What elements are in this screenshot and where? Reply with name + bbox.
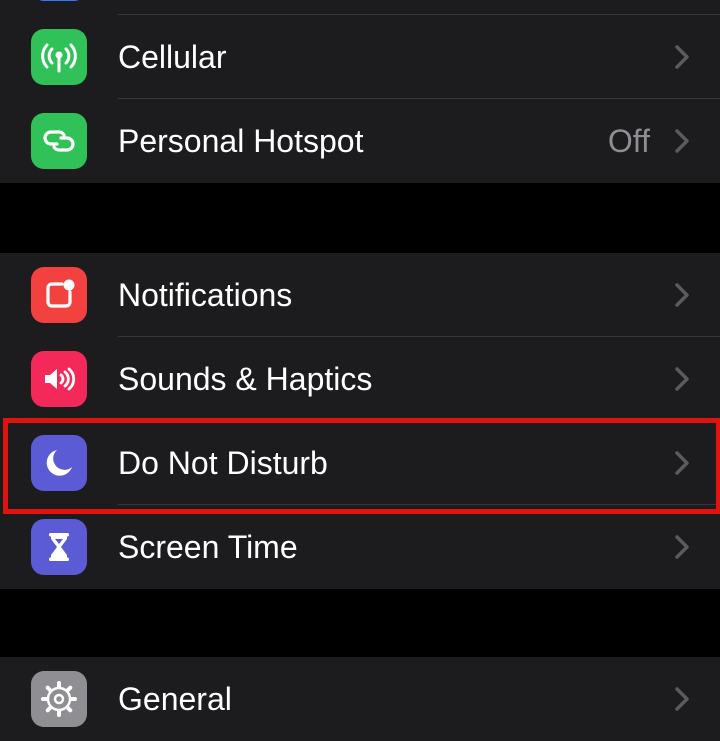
settings-row-partial[interactable] [0,0,720,15]
settings-row-label: Do Not Disturb [118,445,328,481]
settings-row-label: Screen Time [118,529,298,565]
partial-app-icon [31,0,87,1]
settings-row-sounds-haptics[interactable]: Sounds & Haptics [0,337,720,421]
moon-icon [31,435,87,491]
settings-row-label: Sounds & Haptics [118,361,373,397]
gear-icon [31,671,87,727]
settings-row-label: Personal Hotspot [118,123,364,159]
settings-group-general: General [0,657,720,741]
hourglass-icon [31,519,87,575]
chevron-right-icon [674,128,690,154]
settings-group-notifications: Notifications Sounds & Haptics Do Not Di… [0,253,720,589]
chevron-right-icon [674,534,690,560]
settings-row-do-not-disturb[interactable]: Do Not Disturb [0,421,720,505]
chevron-right-icon [674,450,690,476]
link-chain-icon [31,113,87,169]
settings-row-screen-time[interactable]: Screen Time [0,505,720,589]
speaker-icon [31,351,87,407]
chevron-right-icon [674,44,690,70]
settings-row-personal-hotspot[interactable]: Personal Hotspot Off [0,99,720,183]
settings-row-label: Cellular [118,39,227,75]
antenna-icon [31,29,87,85]
settings-row-label: Notifications [118,277,293,313]
settings-group-connectivity: Cellular Personal Hotspot Off [0,0,720,183]
notification-badge-icon [31,267,87,323]
settings-row-general[interactable]: General [0,657,720,741]
hotspot-status-value: Off [607,123,650,159]
settings-row-cellular[interactable]: Cellular [0,15,720,99]
settings-row-label: General [118,681,232,717]
chevron-right-icon [674,686,690,712]
settings-row-notifications[interactable]: Notifications [0,253,720,337]
chevron-right-icon [674,282,690,308]
chevron-right-icon [674,366,690,392]
